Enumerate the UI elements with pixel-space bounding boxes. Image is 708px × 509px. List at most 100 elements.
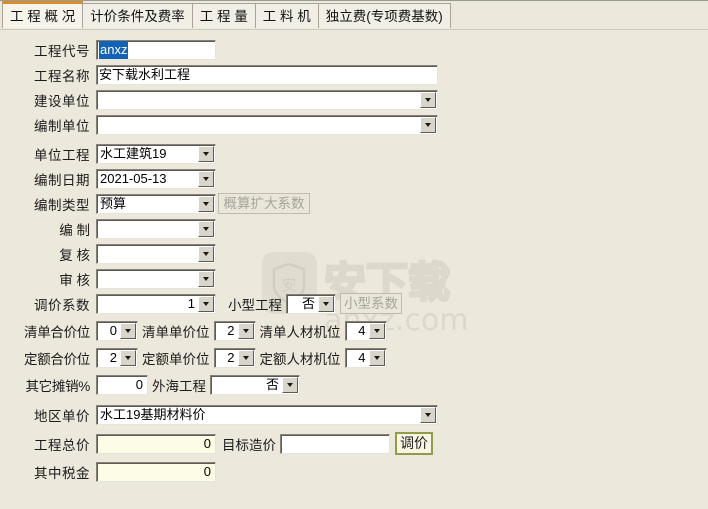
chevron-down-icon[interactable]	[198, 145, 214, 162]
unit-project-value: 水工建筑19	[100, 145, 167, 161]
chevron-down-icon[interactable]	[420, 91, 436, 108]
row-project-code: 工程代号 anxz	[0, 39, 708, 60]
chevron-down-icon[interactable]	[198, 170, 214, 187]
label-small-project: 小型工程	[228, 297, 282, 313]
tab-project-overview[interactable]: 工 程 概 况	[2, 1, 84, 28]
quota-lmm-digits-select[interactable]: 4	[344, 347, 387, 368]
offshore-project-select[interactable]: 否	[210, 374, 300, 395]
construction-unit-select[interactable]	[96, 89, 438, 110]
small-project-factor-button[interactable]: 小型系数	[340, 293, 402, 314]
chevron-down-icon[interactable]	[198, 220, 214, 237]
label-project-code: 工程代号	[34, 43, 90, 59]
tax-included-value: 0	[203, 463, 211, 479]
quota-total-digits-select[interactable]: 2	[96, 347, 138, 368]
tab-pricing-conditions-and-rates[interactable]: 计价条件及费率	[82, 3, 193, 28]
chevron-down-icon[interactable]	[420, 116, 436, 133]
auditor-value	[97, 270, 198, 288]
label-other-amortization: 其它摊销%	[25, 378, 90, 394]
reviewer-select[interactable]	[96, 243, 216, 264]
tab-labor-material-machine-label: 工 料 机	[262, 9, 311, 24]
label-compile-date: 编制日期	[34, 172, 90, 188]
chevron-down-icon[interactable]	[237, 322, 254, 339]
list-unit-digits-select[interactable]: 2	[213, 320, 256, 341]
project-total-value: 0	[203, 435, 211, 451]
chevron-down-icon[interactable]	[120, 322, 136, 339]
chevron-down-icon[interactable]	[198, 295, 214, 312]
list-lmm-digits-select[interactable]: 4	[344, 320, 387, 341]
adjust-price-button[interactable]: 调价	[395, 432, 433, 455]
region-price-select[interactable]: 水工19基期材料价	[96, 404, 438, 425]
tab-project-overview-label: 工 程 概 况	[10, 9, 76, 24]
tab-project-quantity[interactable]: 工 程 量	[191, 3, 256, 28]
label-region-price: 地区单价	[34, 408, 90, 424]
other-amortization-input[interactable]: 0	[96, 374, 148, 395]
row-reviewer: 复 核	[0, 243, 708, 264]
auditor-select[interactable]	[96, 268, 216, 289]
project-code-input[interactable]: anxz	[96, 39, 216, 60]
row-project-name: 工程名称 安下载水利工程	[0, 64, 708, 85]
offshore-project-value: 否	[265, 376, 279, 392]
quota-total-digits-value: 2	[109, 349, 117, 365]
row-compile-type: 编制类型 预算 概算扩大系数	[0, 193, 708, 214]
label-unit-project: 单位工程	[34, 147, 90, 163]
quota-unit-digits-value: 2	[227, 349, 235, 365]
chevron-down-icon[interactable]	[420, 406, 436, 423]
label-list-unit-digits: 清单单价位	[142, 324, 210, 340]
chevron-down-icon[interactable]	[282, 376, 298, 393]
compile-unit-select[interactable]	[96, 114, 438, 135]
label-compiler: 编 制	[59, 222, 90, 238]
label-auditor: 审 核	[59, 272, 90, 288]
label-list-total-digits: 清单合价位	[24, 324, 90, 340]
tab-independent-fee[interactable]: 独立费(专项费基数)	[317, 3, 451, 28]
tab-pricing-conditions-and-rates-label: 计价条件及费率	[90, 9, 185, 24]
quota-unit-digits-select[interactable]: 2	[213, 347, 256, 368]
compile-type-select[interactable]: 预算	[96, 193, 216, 214]
other-amortization-value: 0	[135, 376, 143, 392]
row-project-total: 工程总价 0 目标造价 调价	[0, 432, 708, 455]
list-unit-digits-value: 2	[227, 322, 235, 338]
small-project-select[interactable]: 否	[286, 293, 336, 314]
compile-date-select[interactable]: 2021-05-13	[96, 168, 216, 189]
list-lmm-digits-value: 4	[358, 322, 366, 338]
label-compile-type: 编制类型	[34, 197, 90, 213]
chevron-down-icon[interactable]	[318, 295, 334, 312]
compiler-value	[97, 220, 198, 238]
label-list-lmm-digits: 清单人材机位	[259, 324, 341, 340]
tab-bar: 工 程 概 况 计价条件及费率 工 程 量 工 料 机 独立费(专项费基数)	[0, 1, 708, 29]
chevron-down-icon[interactable]	[198, 270, 214, 287]
row-price-adjust-factor: 调价系数 1 小型工程 否 小型系数	[0, 293, 708, 314]
list-total-digits-select[interactable]: 0	[96, 320, 138, 341]
row-tax-included: 其中税金 0	[0, 461, 708, 482]
compile-type-value: 预算	[100, 195, 127, 211]
list-total-digits-value: 0	[109, 322, 117, 338]
unit-project-select[interactable]: 水工建筑19	[96, 143, 216, 164]
compile-unit-value	[97, 116, 420, 134]
compiler-select[interactable]	[96, 218, 216, 239]
label-quota-lmm-digits: 定额人材机位	[259, 351, 341, 367]
label-price-adjust-factor: 调价系数	[34, 297, 90, 313]
chevron-down-icon[interactable]	[198, 195, 214, 212]
row-compiler: 编 制	[0, 218, 708, 239]
row-region-price: 地区单价 水工19基期材料价	[0, 404, 708, 425]
row-compile-unit: 编制单位	[0, 114, 708, 135]
region-price-value: 水工19基期材料价	[100, 406, 206, 422]
price-adjust-factor-select[interactable]: 1	[96, 293, 216, 314]
label-tax-included: 其中税金	[34, 465, 90, 481]
row-other-amortization: 其它摊销% 0 外海工程 否	[0, 374, 708, 395]
tab-labor-material-machine[interactable]: 工 料 机	[254, 3, 319, 28]
project-name-input[interactable]: 安下载水利工程	[96, 64, 438, 85]
label-construction-unit: 建设单位	[34, 93, 90, 109]
chevron-down-icon[interactable]	[237, 349, 254, 366]
label-project-name: 工程名称	[34, 68, 90, 84]
chevron-down-icon[interactable]	[368, 322, 385, 339]
chevron-down-icon[interactable]	[368, 349, 385, 366]
target-cost-input[interactable]	[280, 433, 390, 454]
row-quota-digits: 定额合价位 2 定额单价位 2 定额人材机位 4	[0, 347, 708, 368]
project-total-value-field: 0	[96, 433, 216, 454]
chevron-down-icon[interactable]	[198, 245, 214, 262]
estimate-expansion-factor-button[interactable]: 概算扩大系数	[218, 193, 310, 214]
label-target-cost: 目标造价	[222, 437, 276, 453]
chevron-down-icon[interactable]	[120, 349, 136, 366]
row-auditor: 审 核	[0, 268, 708, 289]
project-name-value: 安下载水利工程	[99, 66, 191, 82]
